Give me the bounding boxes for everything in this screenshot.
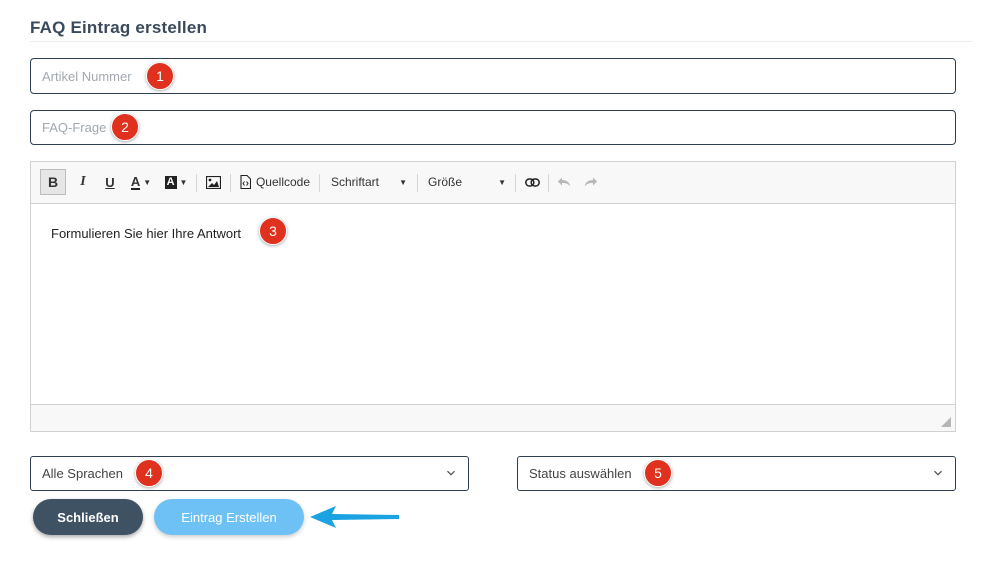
title-divider [30,41,972,42]
source-code-label: Quellcode [255,175,311,189]
pointer-arrow-icon [310,506,399,528]
editor-toolbar: B I U A ▼ A ▼ Quellcode Schriftart ▼ Grö… [31,162,955,204]
editor-statusbar [31,404,955,431]
language-select-value: Alle Sprachen [42,466,123,481]
undo-button[interactable] [553,170,575,194]
faq-question-input[interactable] [31,111,955,144]
language-select[interactable]: Alle Sprachen [30,456,469,491]
source-code-icon [240,175,251,189]
image-button[interactable] [202,170,224,194]
text-color-button[interactable]: A ▼ [127,170,155,194]
bold-button[interactable]: B [40,169,66,195]
editor-content-area[interactable]: Formulieren Sie hier Ihre Antwort [51,226,241,241]
italic-button[interactable]: I [72,170,94,194]
text-color-icon: A [130,173,141,190]
annotation-badge-2: 2 [111,113,139,141]
annotation-badge-1: 1 [146,62,174,90]
annotation-badge-3: 3 [259,217,287,245]
chevron-down-icon [447,470,455,476]
image-icon [205,175,221,189]
toolbar-separator [230,174,231,192]
redo-button[interactable] [580,170,602,194]
link-icon [524,177,540,187]
source-code-button[interactable]: Quellcode [237,170,313,194]
link-button[interactable] [521,170,543,194]
background-color-icon: A [164,175,177,189]
annotation-badge-4: 4 [135,459,163,487]
toolbar-separator [417,174,418,192]
font-size-label: Größe [428,175,463,189]
background-color-caret-icon: ▼ [179,177,188,187]
toolbar-separator [319,174,320,192]
undo-icon [557,177,571,187]
faq-create-form: FAQ Eintrag erstellen 1 2 B I U A ▼ A ▼ [0,0,986,585]
rich-text-editor: B I U A ▼ A ▼ Quellcode Schriftart ▼ Grö… [30,161,956,432]
text-color-caret-icon: ▼ [143,177,152,187]
resize-grip-icon[interactable] [941,417,951,427]
status-select[interactable]: Status auswählen [517,456,956,491]
toolbar-separator [515,174,516,192]
font-family-select[interactable]: Schriftart ▼ [327,170,411,194]
toolbar-separator [548,174,549,192]
create-entry-button[interactable]: Eintrag Erstellen [154,499,304,535]
font-size-select[interactable]: Größe ▼ [424,170,510,194]
background-color-button[interactable]: A ▼ [162,170,190,194]
page-title: FAQ Eintrag erstellen [30,18,208,37]
font-family-label: Schriftart [331,175,380,189]
redo-icon [584,177,598,187]
chevron-down-icon [934,470,942,476]
font-size-caret-icon: ▼ [498,177,506,187]
status-select-value: Status auswählen [529,466,632,481]
annotation-badge-5: 5 [644,459,672,487]
close-button[interactable]: Schließen [33,499,143,535]
faq-question-field-wrapper [30,110,956,145]
font-family-caret-icon: ▼ [399,177,407,187]
toolbar-separator [196,174,197,192]
underline-button[interactable]: U [99,170,121,194]
